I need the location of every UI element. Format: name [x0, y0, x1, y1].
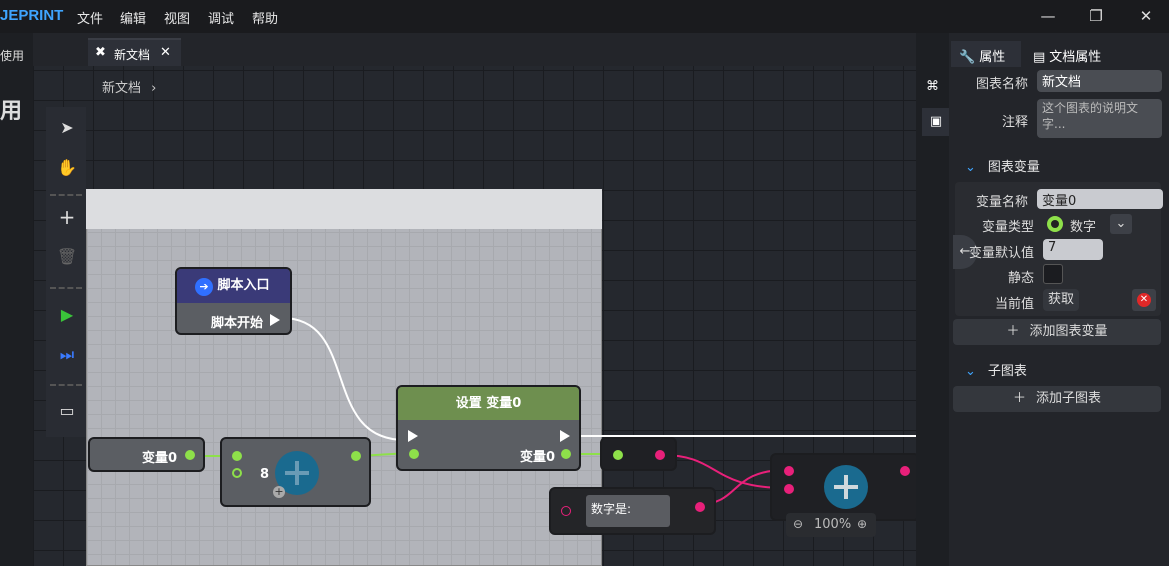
static-checkbox[interactable] — [1043, 264, 1063, 284]
zoom-level: 100% — [814, 517, 852, 532]
add-icon[interactable]: + — [55, 205, 79, 229]
tab-document-properties[interactable]: ▤ 文档属性 — [1033, 46, 1101, 65]
node-text[interactable]: 数字是: — [549, 487, 716, 535]
value-out-pin[interactable] — [655, 450, 665, 460]
value-out-label: 变量0 — [520, 450, 556, 465]
right-icon-strip: ⌘ ▣ — [916, 33, 950, 566]
var-type-label: 变量类型 — [981, 220, 1034, 235]
exec-out-pin[interactable] — [270, 314, 280, 326]
tab-properties[interactable]: 🔧 属性 — [951, 41, 1021, 67]
add-subgraph-button[interactable]: ＋添加子图表 — [953, 386, 1161, 412]
input-a-pin[interactable] — [784, 466, 794, 476]
output-pin[interactable] — [900, 466, 910, 476]
close-icon: ✕ — [1137, 293, 1151, 307]
subgraph-section-header[interactable]: ⌄ 子图表 — [965, 360, 1027, 379]
wrench-icon: 🔧 — [959, 50, 976, 65]
divider — [50, 194, 82, 196]
zoom-control: ⊖ 100% ⊕ — [786, 513, 876, 537]
chevron-down-icon[interactable]: ⌄ — [1110, 214, 1132, 234]
add-pin-icon[interactable]: + — [273, 486, 285, 498]
divider — [50, 384, 82, 386]
value-in-pin[interactable] — [409, 449, 419, 459]
value-in-pin[interactable] — [613, 450, 623, 460]
plus-icon — [824, 465, 868, 509]
input-b-pin[interactable] — [232, 468, 242, 478]
node-set-variable[interactable]: 设置 变量0 变量0 — [396, 385, 581, 471]
step-icon[interactable]: ⏭ — [55, 343, 79, 367]
var-default-field[interactable]: 7 — [1043, 239, 1103, 260]
type-dot-icon — [1047, 216, 1063, 232]
add-variable-button[interactable]: ＋添加图表变量 — [953, 319, 1161, 345]
plus-icon: ＋ — [1012, 391, 1026, 406]
node-script-entry[interactable]: 脚本入口 ➔ 脚本开始 — [175, 267, 292, 335]
node-reroute[interactable] — [600, 437, 677, 471]
document-icon: ▤ — [1033, 50, 1046, 65]
delete-icon[interactable]: 🗑 — [55, 245, 79, 269]
var-name-label: 变量名称 — [975, 195, 1028, 210]
node-add[interactable]: 8 + — [220, 437, 371, 507]
static-label: 静态 — [1007, 271, 1034, 286]
output-pin[interactable] — [695, 502, 705, 512]
node-title: 设置 变量0 — [398, 387, 579, 420]
chevron-down-icon: ⌄ — [965, 160, 976, 175]
note-label: 注释 — [1001, 115, 1028, 130]
arrow-right-icon: ➔ — [195, 278, 213, 296]
input-b-pin[interactable] — [784, 484, 794, 494]
select-tool-icon[interactable]: ➤ — [55, 116, 79, 140]
console-icon[interactable]: ▭ — [55, 399, 79, 423]
chevron-down-icon: ⌄ — [965, 364, 976, 379]
output-pin[interactable] — [351, 451, 361, 461]
plus-icon: ＋ — [1006, 324, 1020, 339]
vars-section-header[interactable]: ⌄ 图表变量 — [965, 156, 1040, 175]
input-a-pin[interactable] — [232, 451, 242, 461]
input-pin[interactable] — [561, 506, 571, 516]
node-add-2[interactable] — [770, 453, 920, 521]
current-label: 当前值 — [994, 297, 1034, 312]
value-out-pin[interactable] — [185, 450, 195, 460]
zoom-in-icon[interactable]: ⊕ — [857, 517, 867, 531]
zoom-out-icon[interactable]: ⊖ — [793, 517, 803, 531]
exec-out-pin[interactable] — [560, 430, 570, 442]
nodes-icon[interactable]: ⌘ — [926, 79, 939, 94]
chart-name-label: 图表名称 — [975, 77, 1028, 92]
chart-name-field[interactable]: 新文档 — [1037, 70, 1162, 92]
value-out-pin[interactable] — [561, 449, 571, 459]
note-field[interactable]: 这个图表的说明文字... — [1037, 99, 1162, 138]
node-title: 脚本入口 — [177, 269, 290, 303]
node-label: 变量0 — [142, 451, 178, 466]
var-default-label: 变量默认值 — [968, 246, 1034, 261]
text-input[interactable]: 数字是: — [586, 495, 670, 527]
hand-tool-icon[interactable]: ✋ — [55, 156, 79, 180]
delete-variable-button[interactable]: ✕ — [1132, 289, 1156, 311]
exec-out-label: 脚本开始 — [211, 316, 264, 331]
var-type-value: 数字 — [1070, 220, 1097, 235]
input-b-value: 8 — [260, 467, 270, 482]
var-name-field[interactable]: 变量0 — [1037, 189, 1163, 209]
run-icon[interactable]: ▶ — [55, 303, 79, 327]
exec-in-pin[interactable] — [408, 430, 418, 442]
divider — [50, 287, 82, 289]
node-get-variable[interactable]: 变量0 — [88, 437, 205, 472]
presentation-icon[interactable]: ▣ — [922, 108, 950, 136]
get-value-button[interactable]: 获取 — [1043, 289, 1079, 311]
